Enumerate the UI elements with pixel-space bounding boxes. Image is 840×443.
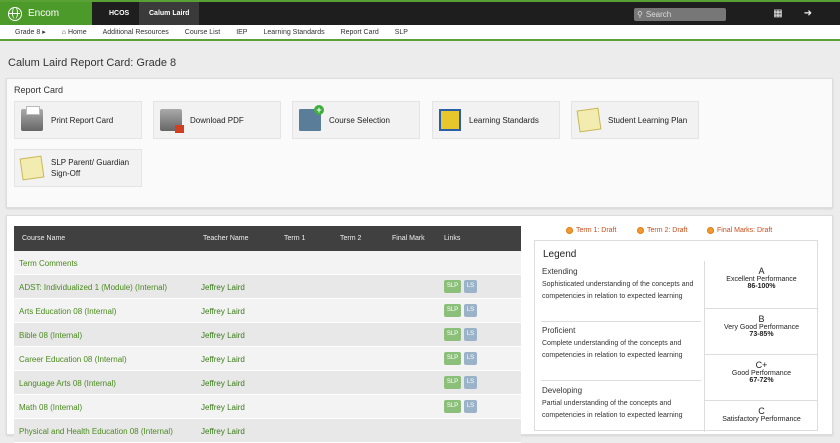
legend-grade: A Excellent Performance 86-100%: [726, 266, 797, 290]
ls-button[interactable]: LS: [464, 304, 477, 317]
table-row: Math 08 (Internal) Jeffrey Laird SLP LS: [14, 395, 521, 419]
term-2-status: Term 2: Draft: [637, 227, 687, 234]
legend-separator: [541, 321, 701, 322]
ls-button[interactable]: LS: [464, 376, 477, 389]
teacher-link[interactable]: Jeffrey Laird: [201, 307, 245, 316]
legend-level: Extending Sophisticated understanding of…: [542, 267, 694, 300]
calendar-icon[interactable]: ▦: [771, 7, 785, 20]
term-1-status: Term 1: Draft: [566, 227, 616, 234]
slp-button[interactable]: SLP: [444, 376, 461, 389]
globe-icon: [8, 6, 22, 21]
col-course-name: Course Name: [22, 235, 66, 242]
course-table: Course Name Teacher Name Term 1 Term 2 F…: [14, 226, 521, 443]
col-term-1: Term 1: [284, 235, 306, 242]
slp-button[interactable]: SLP: [444, 304, 461, 317]
course-link[interactable]: ADST: Individualized 1 (Module) (Interna…: [19, 283, 167, 292]
top-bar: Encom HCOS Calum Laird ⚲ ▦ ➜: [0, 0, 840, 25]
col-term-2: Term 2: [340, 235, 362, 242]
search-input[interactable]: [645, 10, 716, 19]
col-final-mark: Final Mark: [392, 235, 425, 242]
report-card-title: Report Card: [14, 85, 64, 95]
nav-course-list[interactable]: Course List: [177, 29, 228, 36]
sign-off-icon: [19, 155, 45, 181]
ls-button[interactable]: LS: [464, 400, 477, 413]
course-selection-icon: [299, 105, 324, 131]
legend-grade: C+ Good Performance 67-72%: [705, 354, 818, 400]
download-pdf-button[interactable]: Download PDF: [153, 101, 281, 139]
page-title: Calum Laird Report Card: Grade 8: [8, 57, 177, 69]
learning-plan-icon: [576, 107, 602, 133]
sub-navigation: Grade 8 ▸ ⌂ Home Additional Resources Co…: [0, 25, 840, 41]
table-row: ADST: Individualized 1 (Module) (Interna…: [14, 275, 521, 299]
legend-grade: B Very Good Performance 73-85%: [705, 308, 818, 354]
table-row: Term Comments: [14, 251, 521, 275]
student-learning-plan-button[interactable]: Student Learning Plan: [571, 101, 699, 139]
logout-icon[interactable]: ➜: [801, 7, 815, 20]
brand-logo[interactable]: Encom: [0, 2, 92, 25]
search-icon: ⚲: [637, 10, 643, 19]
course-link[interactable]: Bible 08 (Internal): [19, 331, 82, 340]
tab-hcos[interactable]: HCOS: [99, 2, 139, 25]
slp-button[interactable]: SLP: [444, 328, 461, 341]
grading-legend: Legend Extending Sophisticated understan…: [534, 240, 818, 432]
ls-button[interactable]: LS: [464, 328, 477, 341]
brand-name: Encom: [28, 8, 60, 19]
learning-standards-button[interactable]: Learning Standards: [432, 101, 560, 139]
teacher-link[interactable]: Jeffrey Laird: [201, 427, 245, 436]
nav-home[interactable]: ⌂ Home: [54, 29, 95, 36]
teacher-link[interactable]: Jeffrey Laird: [201, 331, 245, 340]
col-teacher-name: Teacher Name: [203, 235, 249, 242]
slp-button[interactable]: SLP: [444, 400, 461, 413]
learning-standards-icon: [439, 109, 461, 131]
printer-icon: [21, 106, 43, 131]
course-link[interactable]: Term Comments: [19, 259, 78, 268]
nav-iep[interactable]: IEP: [228, 29, 255, 36]
legend-title: Legend: [543, 249, 577, 260]
course-selection-button[interactable]: Course Selection: [292, 101, 420, 139]
report-card-panel: Report Card Print Report Card Download P…: [6, 78, 833, 208]
course-link[interactable]: Language Arts 08 (Internal): [19, 379, 116, 388]
teacher-link[interactable]: Jeffrey Laird: [201, 283, 245, 292]
draft-status-icon: [637, 227, 644, 234]
ls-button[interactable]: LS: [464, 280, 477, 293]
slp-sign-off-button[interactable]: SLP Parent/ Guardian Sign-Off: [14, 149, 142, 187]
table-row: Physical and Health Education 08 (Intern…: [14, 419, 521, 443]
teacher-link[interactable]: Jeffrey Laird: [201, 379, 245, 388]
tab-calum-laird[interactable]: Calum Laird: [139, 2, 200, 25]
table-row: Career Education 08 (Internal) Jeffrey L…: [14, 347, 521, 371]
table-row: Arts Education 08 (Internal) Jeffrey Lai…: [14, 299, 521, 323]
table-row: Language Arts 08 (Internal) Jeffrey Lair…: [14, 371, 521, 395]
teacher-link[interactable]: Jeffrey Laird: [201, 355, 245, 364]
teacher-link[interactable]: Jeffrey Laird: [201, 403, 245, 412]
nav-grade[interactable]: Grade 8 ▸: [0, 28, 54, 36]
ls-button[interactable]: LS: [464, 352, 477, 365]
table-header: Course Name Teacher Name Term 1 Term 2 F…: [14, 226, 521, 251]
slp-button[interactable]: SLP: [444, 352, 461, 365]
nav-learning-standards[interactable]: Learning Standards: [255, 29, 332, 36]
final-marks-status: Final Marks: Draft: [707, 227, 772, 234]
col-links: Links: [444, 235, 461, 242]
search-box[interactable]: ⚲: [634, 8, 726, 21]
course-link[interactable]: Arts Education 08 (Internal): [19, 307, 116, 316]
legend-grade: C Satisfactory Performance: [705, 400, 818, 432]
nav-additional-resources[interactable]: Additional Resources: [95, 29, 177, 36]
legend-level: Proficient Complete understanding of the…: [542, 326, 683, 359]
draft-status-icon: [566, 227, 573, 234]
nav-report-card[interactable]: Report Card: [333, 29, 387, 36]
pdf-icon: [160, 109, 184, 133]
course-link[interactable]: Math 08 (Internal): [19, 403, 82, 412]
course-link[interactable]: Career Education 08 (Internal): [19, 355, 127, 364]
course-link[interactable]: Physical and Health Education 08 (Intern…: [19, 427, 173, 436]
legend-separator: [541, 380, 701, 381]
print-report-card-button[interactable]: Print Report Card: [14, 101, 142, 139]
slp-button[interactable]: SLP: [444, 280, 461, 293]
draft-status-icon: [707, 227, 714, 234]
table-row: Bible 08 (Internal) Jeffrey Laird SLP LS: [14, 323, 521, 347]
nav-slp[interactable]: SLP: [387, 29, 416, 36]
legend-level: Developing Partial understanding of the …: [542, 386, 683, 419]
